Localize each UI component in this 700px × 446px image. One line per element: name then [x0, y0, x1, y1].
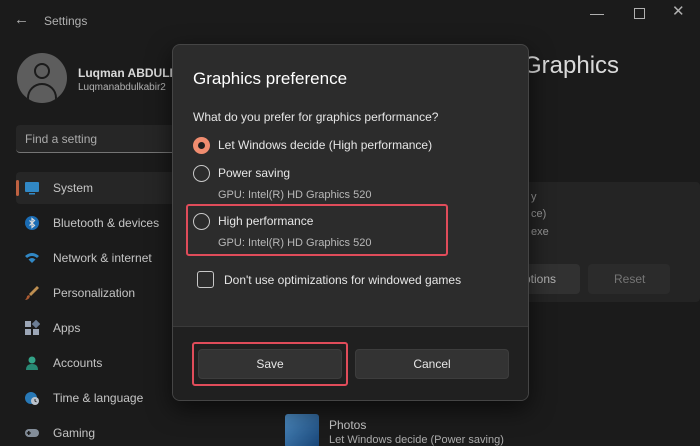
radio-label: Let Windows decide (High performance) — [218, 138, 433, 152]
gpu-info: GPU: Intel(R) HD Graphics 520 — [218, 237, 372, 249]
cancel-button[interactable]: Cancel — [355, 349, 509, 379]
checkbox[interactable] — [197, 271, 214, 288]
radio-label: High performance — [218, 214, 314, 228]
radio-button[interactable] — [193, 165, 210, 182]
dialog-question: What do you prefer for graphics performa… — [193, 110, 439, 124]
gpu-info: GPU: Intel(R) HD Graphics 520 — [218, 189, 372, 201]
checkbox-label: Don't use optimizations for windowed gam… — [224, 273, 462, 287]
save-button[interactable]: Save — [198, 349, 342, 379]
radio-button-selected[interactable] — [193, 137, 210, 154]
dialog-title: Graphics preference — [193, 69, 348, 88]
radio-label: Power saving — [218, 166, 291, 180]
graphics-preference-dialog: Graphics preference What do you prefer f… — [172, 44, 529, 401]
dialog-footer: Save Cancel — [173, 326, 528, 400]
radio-button[interactable] — [193, 213, 210, 230]
